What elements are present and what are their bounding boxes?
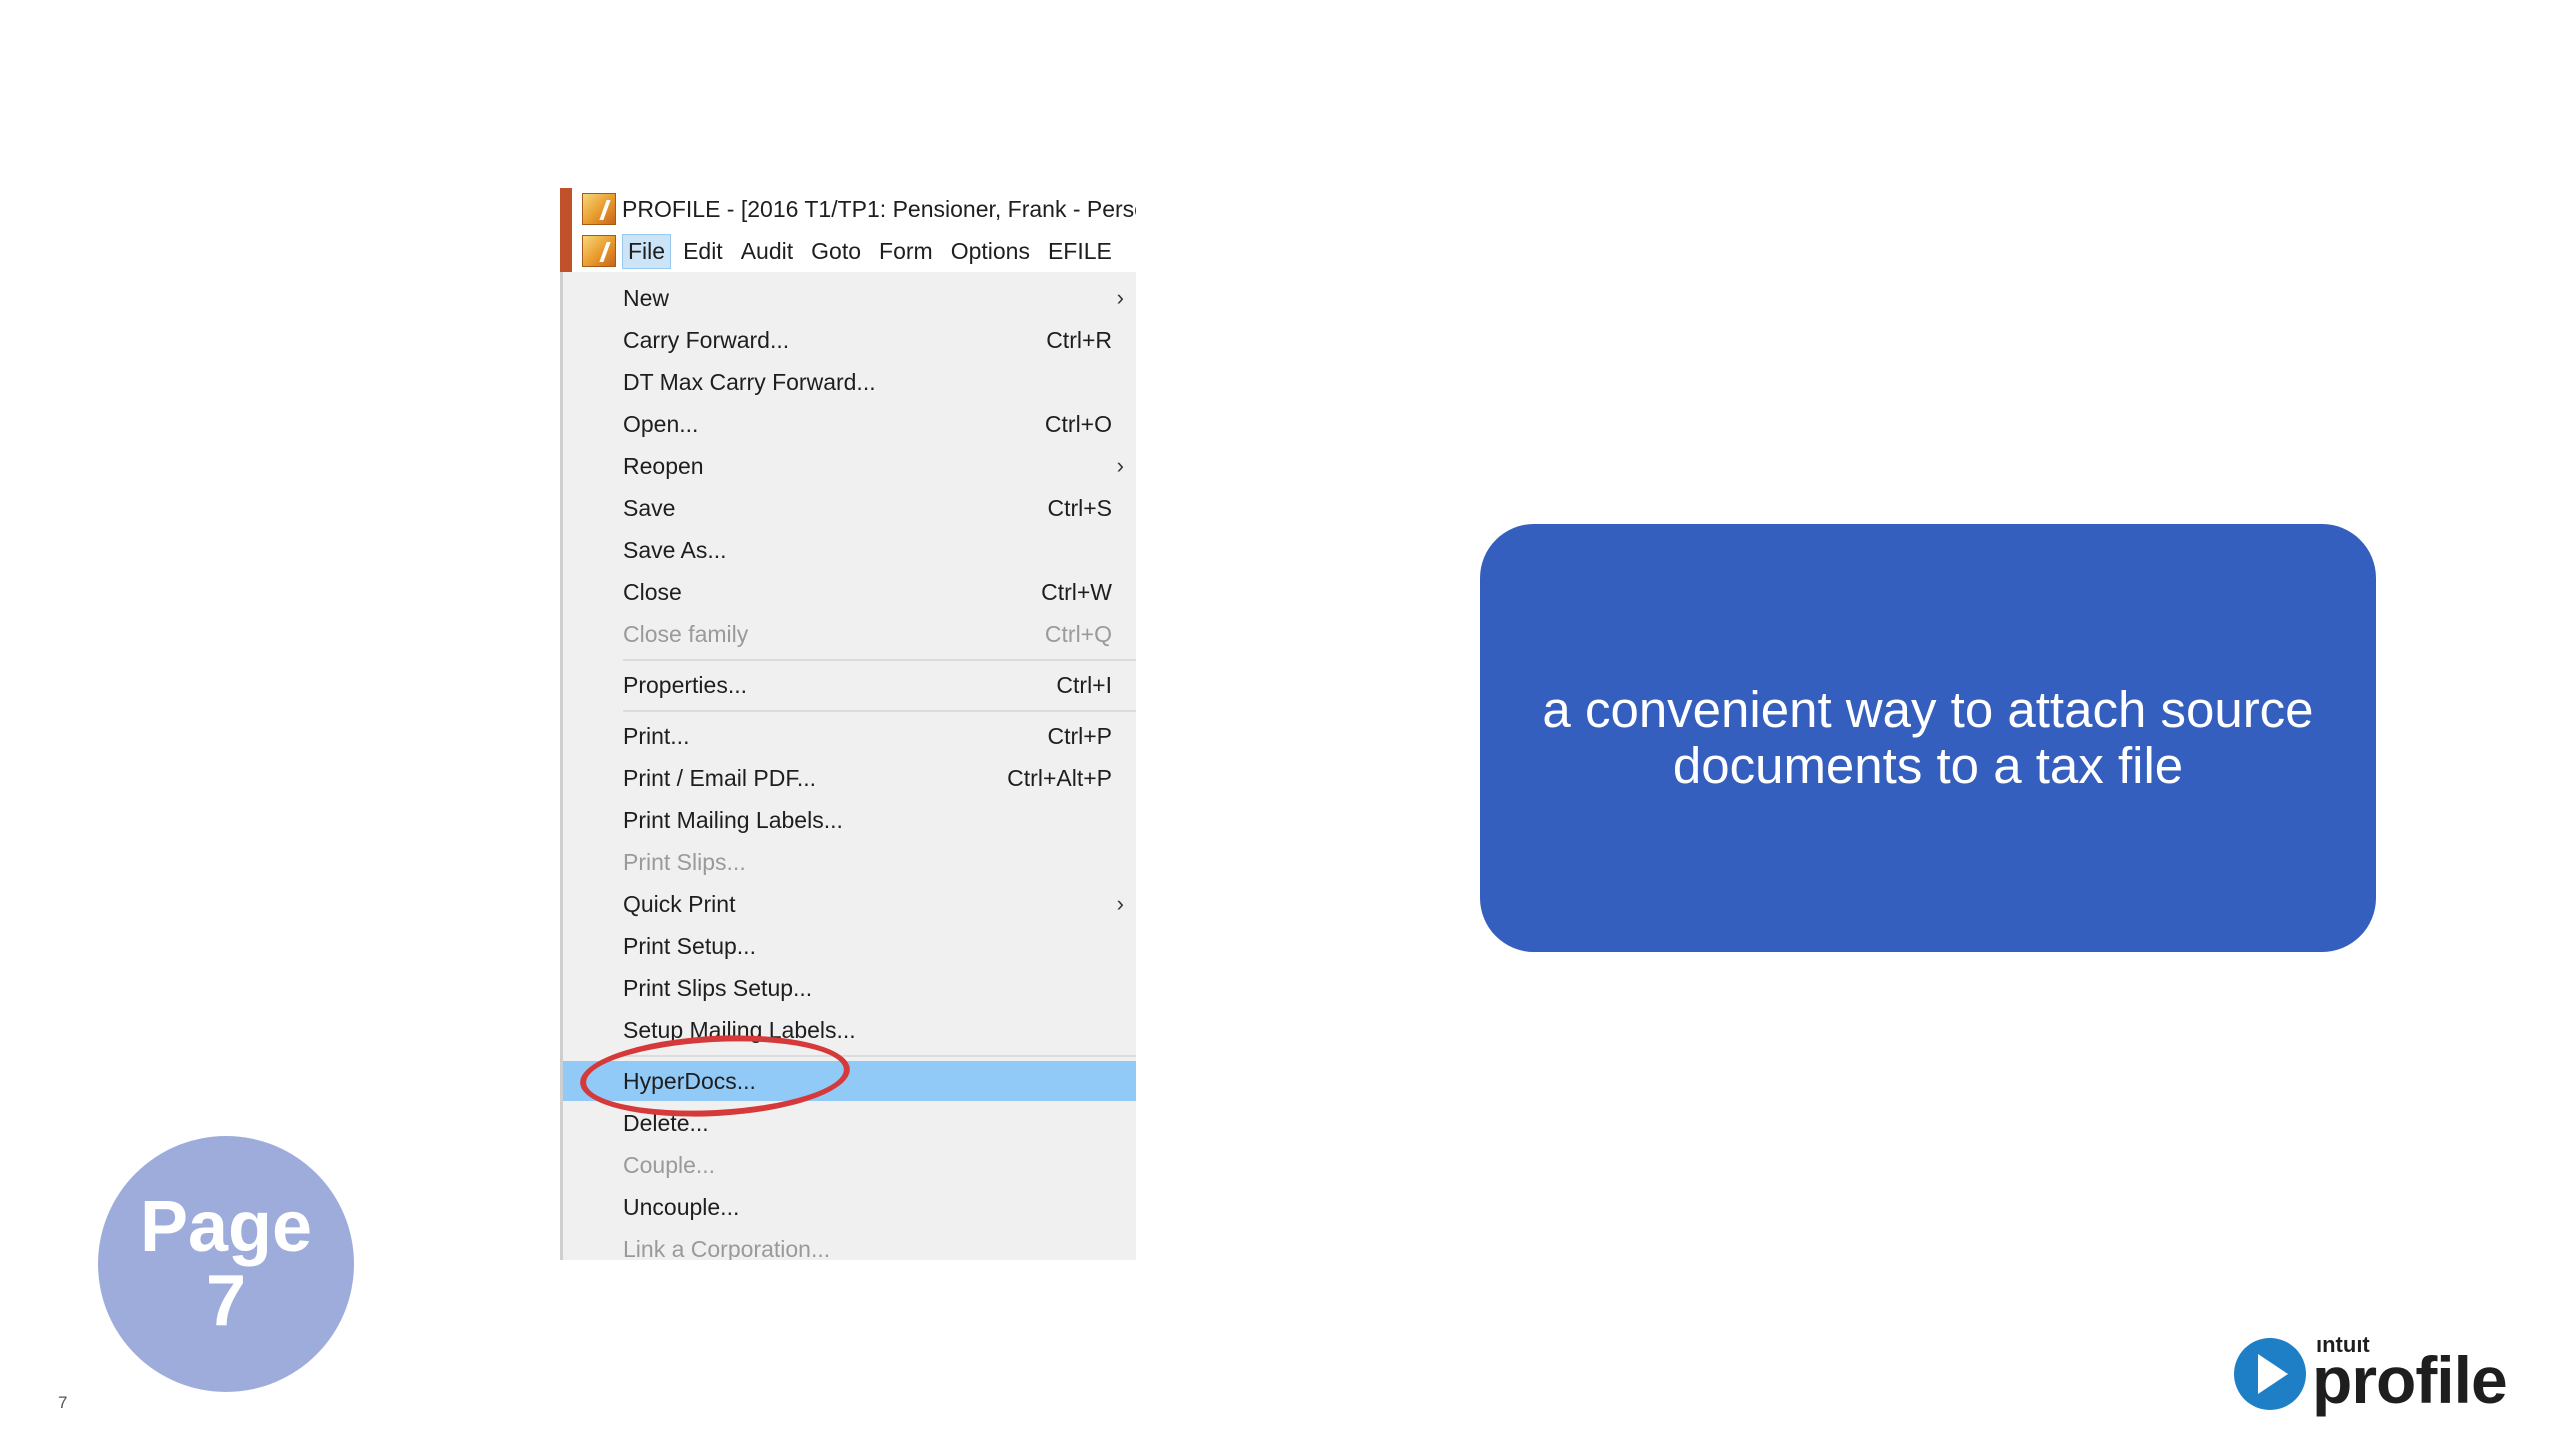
file-menu-item-close[interactable]: Close Ctrl+W [563, 572, 1136, 612]
menu-item-shortcut: Ctrl+Alt+P [1007, 764, 1112, 791]
menu-item-label: DT Max Carry Forward... [623, 368, 876, 395]
brand-name-text: profile [2312, 1343, 2508, 1417]
menu-separator [623, 710, 1136, 712]
intuit-profile-logo: ıntuıt profile [2234, 1332, 2514, 1417]
menu-goto[interactable]: Goto [805, 234, 867, 269]
menu-item-label: Uncouple... [623, 1193, 740, 1220]
menu-item-label: Link a Corporation... [623, 1235, 831, 1261]
menu-item-label: Print Slips... [623, 848, 746, 875]
menu-item-label: Close [623, 578, 682, 605]
menu-item-shortcut: Ctrl+S [1047, 494, 1112, 521]
file-menu-item-print[interactable]: Print... Ctrl+P [563, 716, 1136, 756]
chevron-right-icon: › [1116, 285, 1124, 310]
menu-item-shortcut: Ctrl+P [1047, 722, 1112, 749]
file-menu-item-print-slips[interactable]: Print Slips... [563, 842, 1136, 882]
menu-separator [623, 659, 1136, 661]
chevron-right-icon: › [1116, 891, 1124, 916]
file-menu-item-close-family[interactable]: Close family Ctrl+Q [563, 614, 1136, 654]
callout-text: a convenient way to attach source docume… [1542, 681, 2314, 794]
file-menu-item-open[interactable]: Open... Ctrl+O [563, 404, 1136, 444]
callout-box: a convenient way to attach source docume… [1480, 524, 2376, 952]
profile-app-icon [582, 193, 616, 225]
menu-item-shortcut: Ctrl+Q [1044, 620, 1112, 647]
file-menu-item-print-email-pdf[interactable]: Print / Email PDF... Ctrl+Alt+P [563, 758, 1136, 798]
menu-item-shortcut: Ctrl+R [1046, 326, 1112, 353]
menu-item-label: Carry Forward... [623, 326, 790, 353]
menu-item-label: Print / Email PDF... [623, 764, 816, 791]
file-menu-item-save-as[interactable]: Save As... [563, 530, 1136, 570]
menu-item-label: Properties... [623, 671, 747, 698]
menu-item-shortcut: Ctrl+I [1056, 671, 1112, 698]
menu-item-label: New [623, 284, 670, 311]
menu-item-label: Print Setup... [623, 932, 756, 959]
file-menu-item-dt-max-carry-forward[interactable]: DT Max Carry Forward... [563, 362, 1136, 402]
menu-item-label: Quick Print [623, 890, 736, 917]
menu-bar: File Edit Audit Goto Form Options EFILE [572, 230, 1136, 272]
file-menu-item-quick-print[interactable]: Quick Print › [563, 884, 1136, 924]
menu-item-label: Close family [623, 620, 749, 647]
file-menu-item-print-setup[interactable]: Print Setup... [563, 926, 1136, 966]
page-badge: Page 7 [98, 1136, 354, 1392]
menu-item-label: Open... [623, 410, 699, 437]
file-menu-item-uncouple[interactable]: Uncouple... [563, 1187, 1136, 1227]
menu-edit[interactable]: Edit [677, 234, 729, 269]
menu-item-shortcut: Ctrl+O [1044, 410, 1112, 437]
page-badge-number: 7 [205, 1261, 247, 1341]
menu-item-label: Reopen [623, 452, 704, 479]
menu-item-label: Save [623, 494, 676, 521]
chevron-right-icon: › [1116, 453, 1124, 478]
menu-file[interactable]: File [622, 233, 672, 269]
file-menu-item-new[interactable]: New › [563, 278, 1136, 318]
file-menu-item-reopen[interactable]: Reopen › [563, 446, 1136, 486]
file-menu-item-couple[interactable]: Couple... [563, 1145, 1136, 1185]
menu-item-label: Couple... [623, 1151, 716, 1178]
menu-item-label: Print Slips Setup... [623, 974, 813, 1001]
menu-item-label: Print... [623, 722, 690, 749]
window-accent-bar [560, 188, 572, 272]
file-menu-item-print-slips-setup[interactable]: Print Slips Setup... [563, 968, 1136, 1008]
menu-item-label: Print Mailing Labels... [623, 806, 843, 833]
menu-efile[interactable]: EFILE [1042, 234, 1118, 269]
file-menu-item-save[interactable]: Save Ctrl+S [563, 488, 1136, 528]
title-bar: PROFILE - [2016 T1/TP1: Pensioner, Frank… [572, 188, 1136, 230]
play-circle-icon [2234, 1338, 2306, 1410]
window-title: PROFILE - [2016 T1/TP1: Pensioner, Frank… [622, 195, 1136, 222]
file-menu-item-print-mailing-labels[interactable]: Print Mailing Labels... [563, 800, 1136, 840]
menu-form[interactable]: Form [873, 234, 939, 269]
file-menu-item-carry-forward[interactable]: Carry Forward... Ctrl+R [563, 320, 1136, 360]
menu-audit[interactable]: Audit [735, 234, 799, 269]
page-badge-label: Page [139, 1187, 313, 1267]
menu-options[interactable]: Options [945, 234, 1036, 269]
file-menu-item-link-a-corporation[interactable]: Link a Corporation... [563, 1229, 1136, 1261]
menu-item-label: Save As... [623, 536, 727, 563]
menu-item-shortcut: Ctrl+W [1041, 578, 1112, 605]
slide-number: 7 [58, 1393, 68, 1412]
document-icon[interactable] [582, 235, 616, 267]
file-menu-item-properties[interactable]: Properties... Ctrl+I [563, 665, 1136, 705]
